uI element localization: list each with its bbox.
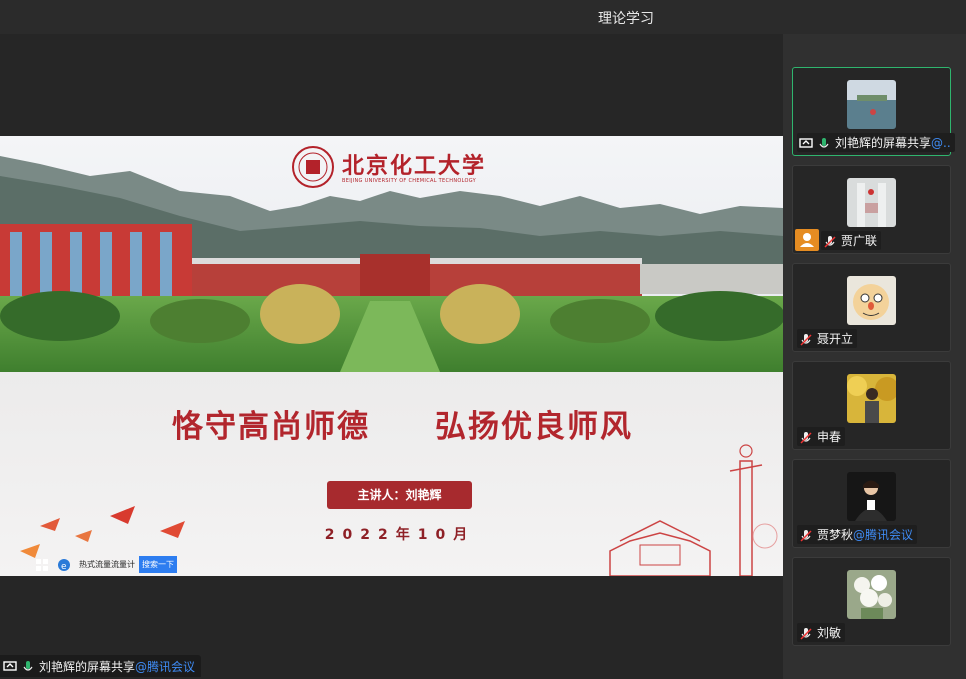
microphone-muted-icon xyxy=(799,332,813,346)
participant-name: 申春 xyxy=(817,430,842,444)
participant-label: 申春 xyxy=(797,427,846,446)
participant-label: 聂开立 xyxy=(797,329,858,348)
slide-date: 2022年10月 xyxy=(324,527,476,543)
microphone-muted-icon xyxy=(823,234,837,248)
participant-brand: @.. xyxy=(931,135,951,150)
microphone-muted-icon xyxy=(799,626,813,640)
participant-tile[interactable]: 贾广联 xyxy=(792,165,951,254)
screen-taskbar: e 热式流量流量计 搜索一下 xyxy=(35,554,177,574)
svg-text:e: e xyxy=(61,562,67,572)
avatar xyxy=(847,80,896,129)
participant-tile[interactable]: 刘敏 xyxy=(792,557,951,646)
participant-name: 聂开立 xyxy=(817,332,854,346)
participant-name: 贾梦秋 xyxy=(817,528,854,542)
speaker-banner: 主讲人：刘艳辉 xyxy=(327,481,472,509)
participant-tile[interactable]: 聂开立 xyxy=(792,263,951,352)
avatar xyxy=(847,570,896,619)
participant-label: 刘敏 xyxy=(797,623,846,642)
title-bar: 理论学习 xyxy=(0,0,966,34)
participant-name: 刘敏 xyxy=(817,626,842,640)
participant-tile[interactable]: 刘艳辉的屏幕共享 @.. xyxy=(792,67,955,156)
avatar xyxy=(847,276,896,325)
university-name-cn: 北京化工大学 xyxy=(342,153,487,179)
browser-icon[interactable]: e xyxy=(57,557,71,572)
share-status-brand: @腾讯会议 xyxy=(135,659,196,674)
host-badge xyxy=(795,229,819,251)
shared-slide: 北京化工大学 BEIJING UNIVERSITY OF CHEMICAL TE… xyxy=(0,136,783,576)
share-status-name: 刘艳辉的屏幕共享 xyxy=(39,659,136,674)
avatar xyxy=(847,178,896,227)
university-seal-logo xyxy=(292,146,334,188)
microphone-muted-icon xyxy=(799,430,813,444)
microphone-muted-icon xyxy=(799,528,813,542)
screen-share-status: 刘艳辉的屏幕共享 @腾讯会议 xyxy=(0,655,202,677)
participant-name: 刘艳辉的屏幕共享 xyxy=(835,136,932,150)
slogan-left: 恪守高尚师德 xyxy=(172,409,370,445)
participant-tile[interactable]: 申春 xyxy=(792,361,951,450)
participant-tile[interactable]: 贾梦秋 @腾讯会议 xyxy=(792,459,951,548)
screen-share-icon xyxy=(799,136,813,150)
participant-label: 贾广联 xyxy=(821,231,882,250)
taskbar-search-button[interactable]: 搜索一下 xyxy=(139,555,177,573)
screen-share-icon xyxy=(3,659,17,673)
windows-start-icon[interactable] xyxy=(35,557,49,571)
avatar xyxy=(847,374,896,423)
participant-brand: @腾讯会议 xyxy=(853,528,914,542)
participant-label: 贾梦秋 @腾讯会议 xyxy=(797,525,918,544)
microphone-icon xyxy=(817,136,831,150)
slogan-right: 弘扬优良师风 xyxy=(435,409,633,445)
taskbar-search-text[interactable]: 热式流量流量计 xyxy=(79,559,135,570)
avatar xyxy=(847,472,896,521)
microphone-icon xyxy=(21,659,35,673)
participant-name: 贾广联 xyxy=(841,234,878,248)
participant-label: 刘艳辉的屏幕共享 @.. xyxy=(797,133,955,152)
university-name-en: BEIJING UNIVERSITY OF CHEMICAL TECHNOLOG… xyxy=(342,178,477,184)
window-title: 理论学习 xyxy=(598,11,654,27)
tiananmen-decoration xyxy=(609,444,778,576)
